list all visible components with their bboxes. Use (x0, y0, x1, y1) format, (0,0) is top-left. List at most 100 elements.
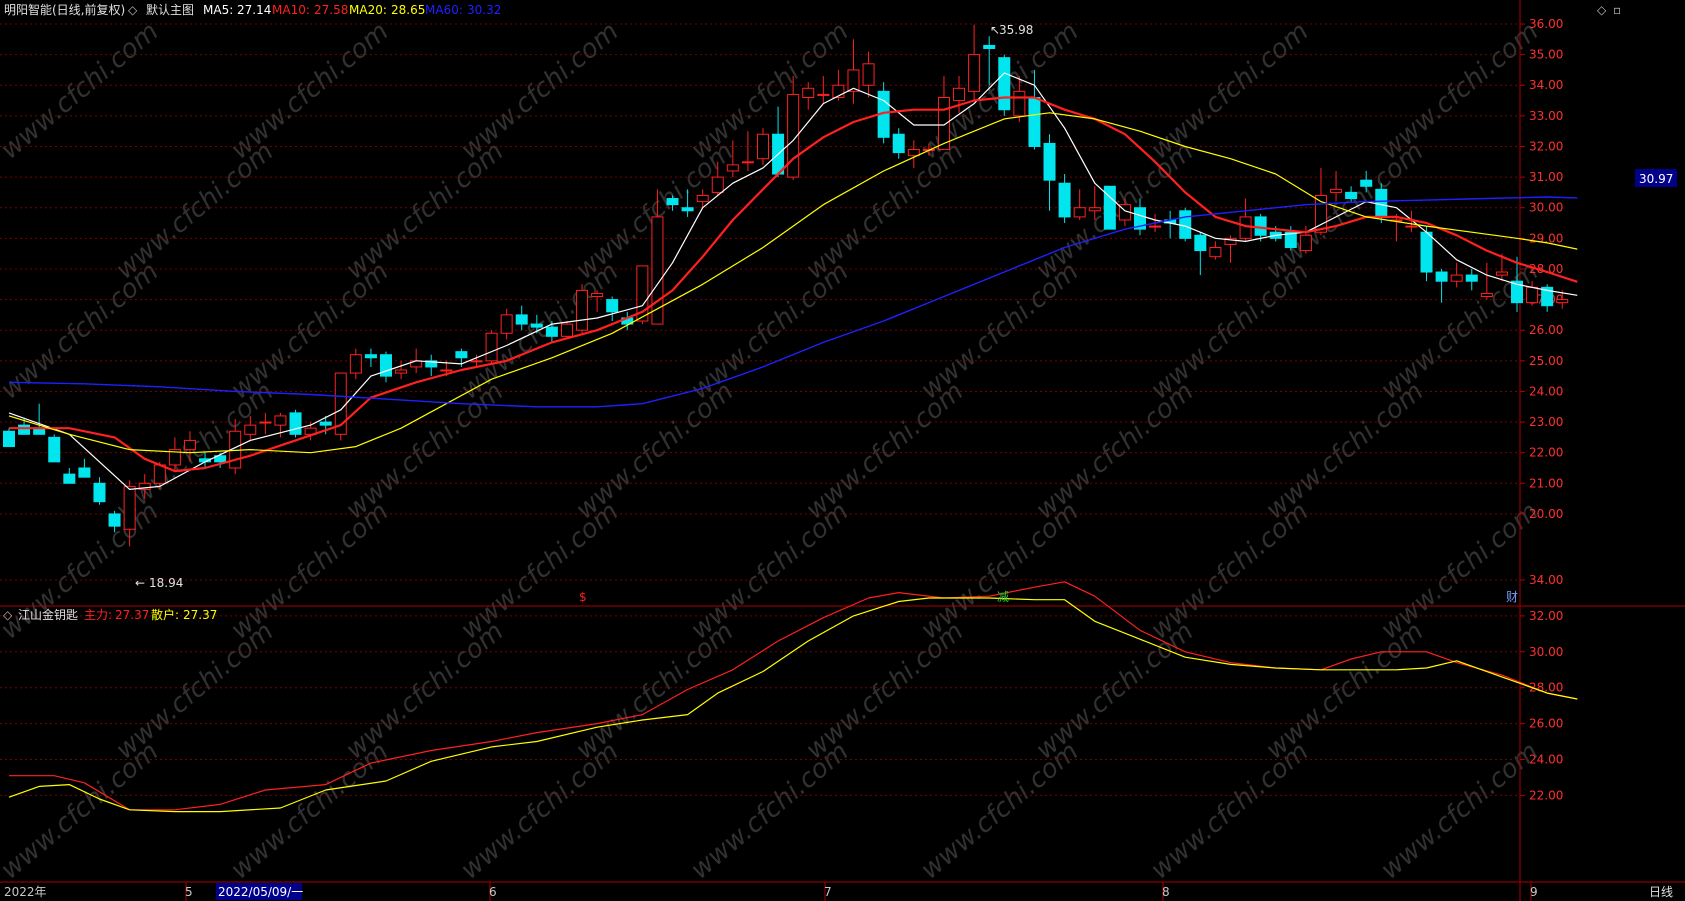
candle-down (983, 44, 996, 49)
indicator-name[interactable]: 江山金钥匙 (18, 607, 78, 622)
watermark-text: www.cfchi.com (1030, 617, 1199, 766)
candle-up (274, 415, 287, 426)
candle-up (1073, 207, 1086, 218)
stock-name[interactable]: 明阳智能(日线,前复权) (4, 2, 125, 17)
candle-up (1013, 90, 1026, 117)
watermark-text: www.cfchi.com (225, 257, 394, 406)
settings-icon[interactable]: ◇ (1597, 3, 1607, 17)
indicator-dropdown-icon[interactable]: ◇ (3, 608, 13, 622)
candle-down (545, 326, 558, 337)
candle-up (968, 54, 981, 92)
watermark-text: www.cfchi.com (570, 377, 739, 526)
price-tick-label: 20.00 (1529, 507, 1563, 521)
candle-down (1360, 179, 1373, 187)
candle-up (651, 216, 664, 325)
candle-down (1043, 142, 1056, 181)
candle-up (259, 421, 272, 424)
price-tick-label: 26.00 (1529, 323, 1563, 337)
watermark-text: www.cfchi.com (1260, 377, 1429, 526)
indicator-tick-label: 26.00 (1529, 717, 1563, 731)
candle-up (711, 176, 724, 193)
financial-report-mark[interactable]: 财 (1506, 590, 1518, 604)
candle-down (319, 421, 332, 426)
watermark-text: www.cfchi.com (225, 737, 394, 886)
candle-up (349, 354, 362, 374)
price-tick-label: 34.00 (1529, 78, 1563, 92)
dividend-mark[interactable]: $ (579, 590, 587, 604)
date-label-year: 2022年 (4, 885, 47, 899)
candle-up (1450, 274, 1463, 282)
candle-up (395, 369, 408, 374)
watermark-text: www.cfchi.com (455, 257, 624, 406)
main-force-label: 主力: (84, 608, 112, 622)
low-price-label: 18.94 (149, 576, 183, 590)
candle-down (1375, 188, 1388, 218)
watermark-text: www.cfchi.com (915, 257, 1084, 406)
candle-up (1299, 234, 1312, 252)
candle-down (1420, 231, 1433, 273)
candle-up (741, 161, 754, 164)
candle-up (244, 424, 257, 435)
candle-up (696, 194, 709, 203)
indicator-tick-label: 34.00 (1529, 573, 1563, 587)
price-tick-label: 33.00 (1529, 109, 1563, 123)
watermark-text: www.cfchi.com (915, 737, 1084, 886)
candle-up (1239, 216, 1252, 239)
candle-down (530, 323, 543, 328)
watermark-text: www.cfchi.com (455, 497, 624, 646)
candle-up (1088, 207, 1101, 212)
candle-up (1209, 247, 1222, 258)
watermark-text: www.cfchi.com (800, 137, 969, 286)
candle-down (93, 482, 106, 503)
date-label-june: 6 (489, 885, 497, 899)
candle-down (681, 207, 694, 212)
candle-up (817, 93, 830, 96)
reduce-holding-mark[interactable]: 减 (997, 590, 1009, 604)
watermark-text: www.cfchi.com (1145, 257, 1314, 406)
ma20-value: 28.65 (391, 3, 425, 17)
candle-down (1179, 210, 1192, 239)
indicator-tick-label: 22.00 (1529, 788, 1563, 802)
price-tick-label: 32.00 (1529, 139, 1563, 153)
expand-icon[interactable]: ▫ (1613, 3, 1621, 17)
watermark-text: www.cfchi.com (1375, 497, 1544, 646)
indicator-header: ◇ 江山金钥匙 主力: 27.37 散户: 27.37 (3, 607, 217, 622)
main-header: 明阳智能(日线,前复权) ◇ 默认主图 MA5: 27.14 MA10: 27.… (4, 2, 1621, 17)
candle-up (802, 87, 815, 98)
candle-up (500, 314, 513, 334)
dropdown-icon[interactable]: ◇ (128, 3, 138, 17)
candle-up (757, 133, 769, 160)
watermark-text: www.cfchi.com (0, 497, 164, 646)
candle-down (18, 424, 31, 435)
candle-up (1330, 188, 1343, 193)
candle-down (666, 198, 679, 206)
candle-down (63, 473, 76, 484)
ma60-label: MA60: (425, 3, 463, 17)
candle-down (892, 133, 905, 154)
candle-up (1556, 299, 1569, 304)
candle-up (440, 369, 453, 372)
price-tick-label: 23.00 (1529, 415, 1563, 429)
price-tick-label: 22.00 (1529, 446, 1563, 460)
watermark-text: www.cfchi.com (110, 617, 279, 766)
date-axis: 2022年 5 2022/05/09/一 6 7 8 9 日线 (4, 883, 1673, 900)
watermark-text: www.cfchi.com (1375, 737, 1544, 886)
candle-up (1480, 292, 1493, 298)
watermark-text: www.cfchi.com (570, 617, 739, 766)
date-label-may: 5 (185, 885, 193, 899)
candle-down (606, 299, 619, 313)
watermark-text: www.cfchi.com (800, 617, 969, 766)
main-chart-label[interactable]: 默认主图 (146, 2, 194, 17)
ma10-label: MA10: (272, 3, 310, 17)
stock-chart[interactable]: www.cfchi.com www.cfchi.com www.cfchi.com w… (0, 0, 1685, 901)
candle-down (78, 467, 91, 478)
low-arrow-icon: ← (135, 576, 145, 590)
period-label[interactable]: 日线 (1649, 885, 1673, 899)
candle-up (576, 289, 589, 331)
candle-up (907, 149, 920, 157)
high-price-label: 35.98 (999, 23, 1033, 37)
high-arrow-icon: ↖ (990, 23, 1000, 37)
candle-down (289, 412, 302, 435)
candle-down (1194, 234, 1207, 252)
watermark-text: www.cfchi.com (1030, 377, 1199, 526)
